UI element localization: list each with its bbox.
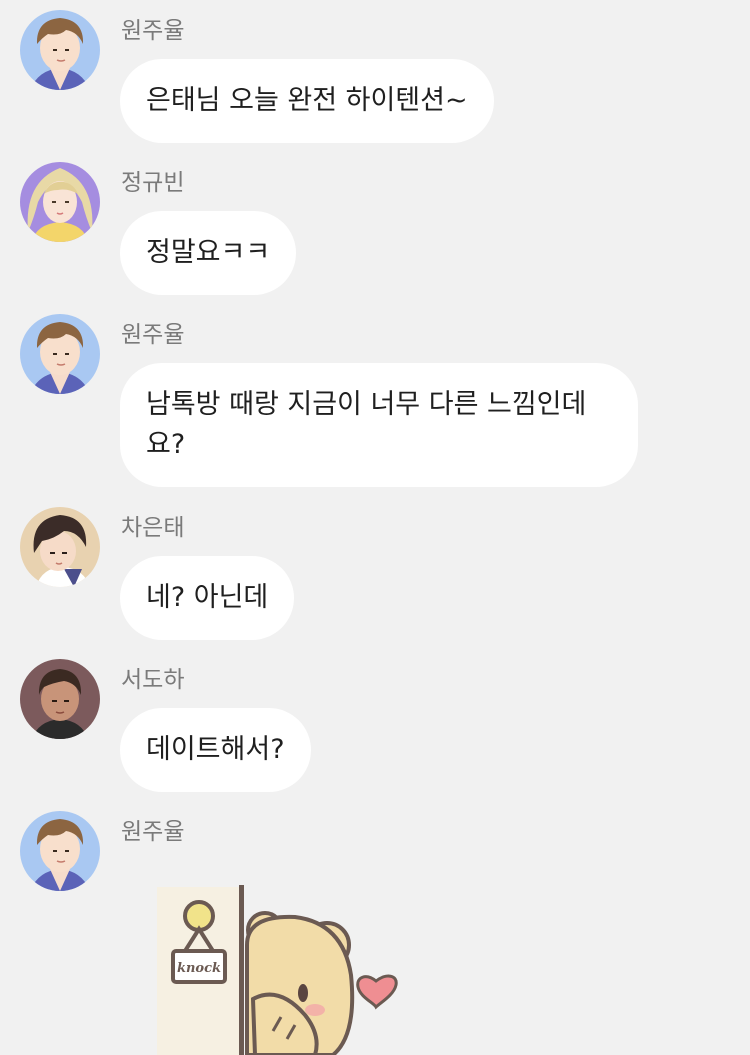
avatar[interactable] — [20, 659, 100, 739]
avatar[interactable] — [20, 314, 100, 394]
boy-dark-hair-avatar — [20, 507, 100, 587]
man-dark-skin-avatar — [20, 659, 100, 739]
avatar[interactable] — [20, 507, 100, 587]
avatar[interactable] — [20, 10, 100, 90]
message-bubble[interactable]: 네? 아닌데 — [120, 556, 295, 640]
avatar[interactable] — [20, 811, 100, 891]
chat-message-list[interactable]: 원주율 은태님 오늘 완전 하이텐션~ 정규빈 정말요ㅋㅋ 원주율 남톡방 때랑… — [0, 0, 750, 1055]
boy-brown-hair-avatar — [20, 811, 100, 891]
message-bubble[interactable]: 은태님 오늘 완전 하이텐션~ — [120, 59, 494, 143]
girl-blonde-hair-avatar — [20, 162, 100, 242]
sender-name: 정규빈 — [121, 170, 185, 196]
boy-brown-hair-avatar — [20, 10, 100, 90]
knock-sign-text: knock — [177, 961, 221, 976]
boy-brown-hair-avatar — [20, 314, 100, 394]
sender-name: 원주율 — [121, 18, 185, 44]
sender-name: 원주율 — [121, 819, 185, 845]
message-bubble[interactable]: 정말요ㅋㅋ — [120, 211, 297, 295]
sender-name: 서도하 — [121, 667, 185, 693]
message-bubble[interactable]: 남톡방 때랑 지금이 너무 다른 느낌인데요? — [120, 363, 638, 487]
heart-icon — [356, 974, 398, 1010]
sender-name: 차은태 — [121, 515, 185, 541]
bear-knock-door-sticker[interactable]: knock — [155, 885, 405, 1055]
avatar[interactable] — [20, 162, 100, 242]
sender-name: 원주율 — [121, 322, 185, 348]
message-bubble[interactable]: 데이트해서? — [120, 708, 311, 792]
